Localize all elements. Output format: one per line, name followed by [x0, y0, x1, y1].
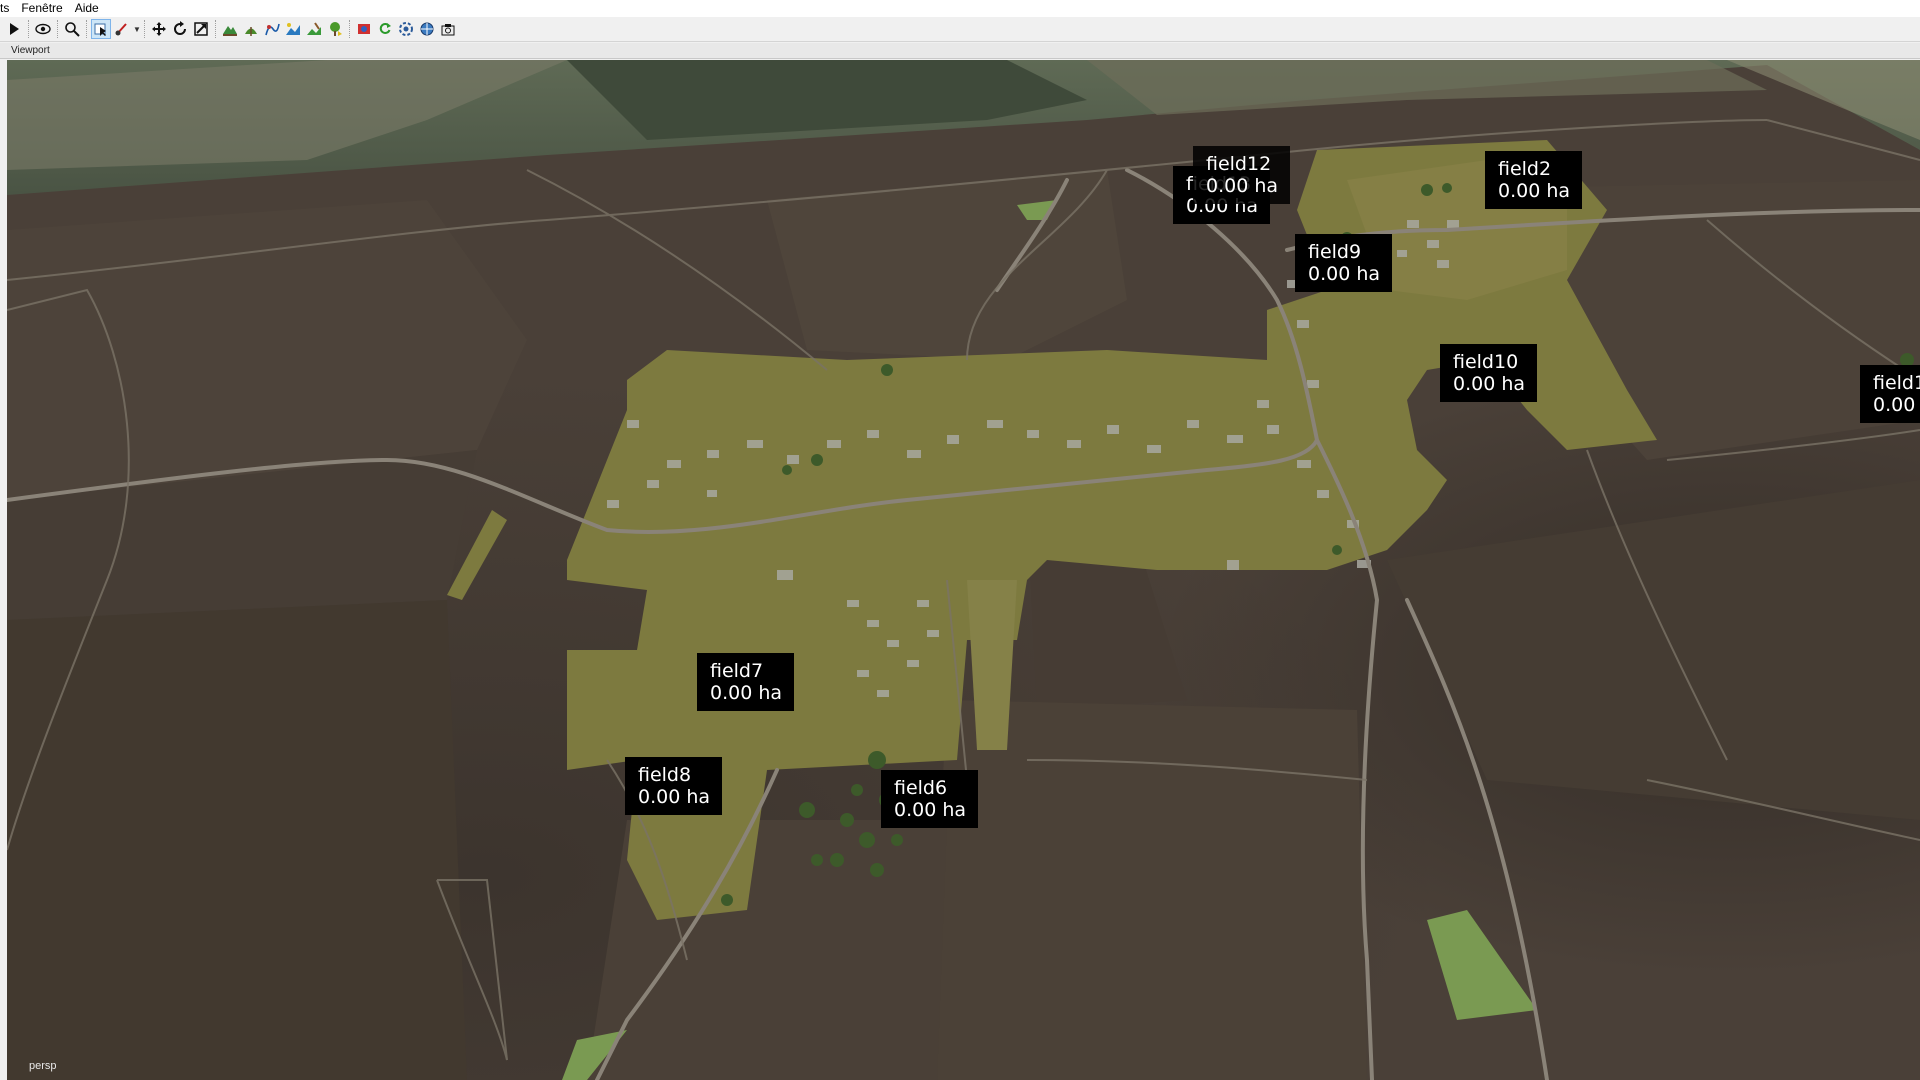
field-label-field12: field12 0.00 ha	[1193, 146, 1291, 204]
terrain-icon[interactable]	[220, 19, 240, 39]
field-label-field6: field6 0.00 ha	[881, 770, 979, 828]
toolbar-separator	[28, 20, 30, 38]
settings-icon[interactable]	[396, 19, 416, 39]
field-label-field7: field7 0.00 ha	[697, 653, 795, 711]
chevron-down-icon[interactable]: ▼	[133, 19, 141, 39]
toolbar-separator	[86, 20, 88, 38]
field-area: 0.00 ha	[1453, 373, 1526, 395]
menu-tools[interactable]: ts	[0, 0, 15, 17]
select-icon[interactable]	[91, 19, 111, 39]
paint-terrain-icon[interactable]	[304, 19, 324, 39]
field-area: 0.00 ha	[1206, 175, 1279, 197]
field-name: field6	[894, 777, 948, 799]
field-name: field10	[1453, 351, 1519, 373]
field-name: field2	[1498, 158, 1552, 180]
terrain-render[interactable]	[7, 60, 1920, 1080]
toolbar-separator	[57, 20, 59, 38]
refresh-icon[interactable]	[375, 19, 395, 39]
paint-icon[interactable]	[112, 19, 132, 39]
field-name: field1	[1873, 372, 1920, 394]
field-label-field8: field8 0.00 ha	[625, 757, 723, 815]
play-icon[interactable]	[4, 19, 24, 39]
scale-icon[interactable]	[191, 19, 211, 39]
field-label-field2: field2 0.00 ha	[1485, 151, 1583, 209]
field-area: 0.00 ha	[1308, 263, 1381, 285]
menu-help[interactable]: Aide	[69, 0, 105, 17]
viewport-3d[interactable]: field13 0.00 ha field12 0.00 ha field2 0…	[7, 60, 1920, 1080]
field-area: 0.00 ha	[638, 786, 711, 808]
field-label-field1: field1 0.00	[1860, 365, 1920, 423]
viewport-title: Viewport	[0, 43, 1920, 59]
render-icon[interactable]	[354, 19, 374, 39]
field-name: field12	[1206, 153, 1272, 175]
field-name: field8	[638, 764, 692, 786]
toolbar-separator	[215, 20, 217, 38]
field-area: 0.00 ha	[894, 799, 967, 821]
viewport-border	[0, 60, 7, 1080]
field-label-field10: field10 0.00 ha	[1440, 344, 1538, 402]
menu-bar: ts Fenêtre Aide	[0, 0, 1920, 17]
eye-icon[interactable]	[33, 19, 53, 39]
field-label-field9: field9 0.00 ha	[1295, 234, 1393, 292]
plant-icon[interactable]	[325, 19, 345, 39]
spline-icon[interactable]	[262, 19, 282, 39]
foliage-icon[interactable]	[241, 19, 261, 39]
toolbar-separator	[144, 20, 146, 38]
zoom-icon[interactable]	[62, 19, 82, 39]
camera-label: persp	[29, 1060, 57, 1072]
field-area: 0.00 ha	[1498, 180, 1571, 202]
field-area: 0.00 ha	[710, 682, 783, 704]
globe-icon[interactable]	[417, 19, 437, 39]
toolbar-separator	[349, 20, 351, 38]
field-area: 0.00	[1873, 394, 1916, 416]
menu-window[interactable]: Fenêtre	[15, 0, 68, 17]
toolbar: ▼	[0, 17, 1920, 42]
snapshot-icon[interactable]	[438, 19, 458, 39]
rotate-icon[interactable]	[170, 19, 190, 39]
move-icon[interactable]	[149, 19, 169, 39]
decal-icon[interactable]	[283, 19, 303, 39]
field-name: field7	[710, 660, 764, 682]
field-name: field9	[1308, 241, 1362, 263]
